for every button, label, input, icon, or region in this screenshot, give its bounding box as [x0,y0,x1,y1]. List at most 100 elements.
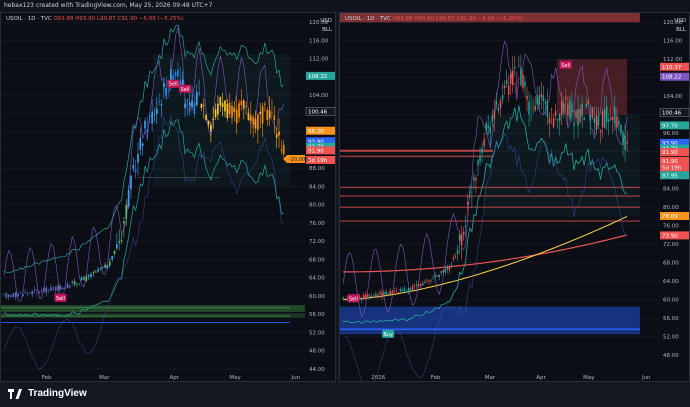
candle-body [505,80,508,85]
candle-body [485,122,487,131]
candle-body [10,295,12,297]
currency-right[interactable]: USD [674,17,686,26]
candle-body [344,298,346,300]
candle-body [387,292,389,294]
candle-body [158,100,160,102]
candle-body [31,291,34,295]
candle-body [399,288,402,292]
candle-body [369,295,371,298]
candle-body [438,274,440,278]
ohlc-high-left: H93.90 [75,16,96,22]
chart-canvas-left[interactable]: 120.00116.00112.00108.00104.00100.0096.0… [1,13,336,382]
candle-body [589,115,592,121]
candle-body [3,293,5,295]
candle-body [381,292,383,297]
candle-body [174,72,177,76]
candle-body [125,204,128,219]
signal-label: Sell [349,296,358,302]
currency-left[interactable]: USD [320,17,332,26]
candle-body [450,264,453,266]
candle-body [40,289,43,291]
price-tag-label: 100.46 [662,111,682,117]
price-tag-label: 96.20 [308,129,324,135]
candle-body [528,101,530,115]
candle-body [554,110,557,116]
candle-body [214,109,217,118]
y-tick-label: 52.00 [309,330,325,336]
chart-canvas-right[interactable]: 120.00116.00112.00108.00104.00100.0096.0… [340,13,690,382]
currency-unit-right[interactable]: USD BLL [674,17,686,35]
candle-body [54,286,57,291]
candle-body [38,292,41,293]
candle-body [90,274,92,277]
candle-body [7,294,10,297]
candle-body [577,108,579,126]
unit-left[interactable]: BLL [320,26,332,35]
y-tick-label: 60.00 [663,298,679,304]
candle-body [579,108,581,122]
candle-body [123,221,125,224]
x-tick-label: Apr [170,375,180,381]
candle-body [493,110,496,119]
candle-body [552,118,555,128]
candle-body [571,103,573,113]
candle-body [401,290,404,291]
candle-body [548,117,551,124]
candle-body [132,164,135,169]
candle-body [97,269,99,272]
candle-body [426,279,428,281]
candle-body [432,278,434,280]
candle-body [116,244,118,249]
candle-body [165,88,168,96]
candle-body [224,100,226,112]
candle-body [73,281,76,285]
candle-body [108,261,111,266]
candle-body [177,69,179,77]
candle-body [413,285,416,286]
candle-body [587,100,590,105]
candle-body [379,292,381,295]
y-tick-label: 44.00 [309,367,325,373]
candle-body [24,292,27,293]
ohlc-close-right: C91.90 [456,16,477,22]
currency-unit-left[interactable]: USD BLL [320,17,332,35]
candle-body [254,118,257,129]
candle-body [261,106,264,124]
y-tick-label: 104.00 [663,94,683,100]
candle-body [622,132,624,145]
candle-body [601,111,604,127]
candle-body [106,265,109,268]
candle-body [563,103,565,112]
candle-body [184,103,186,109]
tradingview-logo[interactable]: TradingView [8,388,87,399]
candle-body [43,287,45,292]
unit-right[interactable]: BLL [674,26,686,35]
candle-body [442,270,444,273]
candle-body [626,141,628,144]
candle-body [575,110,577,119]
candle-body [593,117,596,124]
candle-body [198,93,200,94]
candle-body [444,269,447,273]
candle-body [385,291,387,295]
candle-body [430,279,432,281]
signal-label: Buy [383,332,393,338]
candle-body [148,114,151,117]
candle-body [202,105,205,107]
candle-body [66,283,69,289]
candle-body [618,121,620,125]
signal-label: Sell [169,82,178,88]
candle-body [507,85,510,95]
footer-bar: TradingView [0,382,690,407]
zone-rect [1,313,305,318]
tradingview-logo-text: TradingView [28,388,87,399]
candle-body [245,105,247,107]
candle-body [111,256,113,260]
symbol-name-left: USOIL · 1D · TVC [6,16,52,22]
candle-body [550,109,553,111]
price-tag-label: 108.22 [308,74,327,80]
chart-pane-left[interactable]: 120.00116.00112.00108.00104.00100.0096.0… [0,12,336,382]
y-tick-label: 96.00 [663,131,679,137]
candle-body [469,191,471,194]
chart-pane-right[interactable]: 120.00116.00112.00108.00104.00100.0096.0… [339,12,690,382]
